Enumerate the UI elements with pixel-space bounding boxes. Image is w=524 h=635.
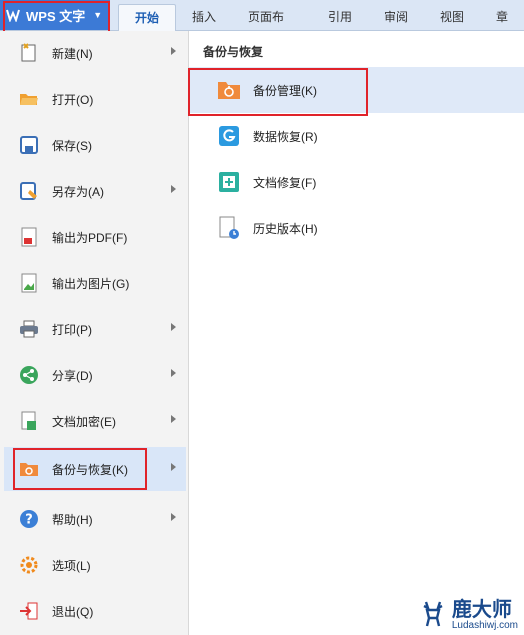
tab-references[interactable]: 引用 bbox=[312, 4, 368, 30]
help-icon: ? bbox=[18, 508, 40, 530]
submenu-item-label: 文档修复(F) bbox=[253, 175, 317, 190]
dropdown-arrow-icon: ▼ bbox=[93, 10, 103, 20]
menu-item-label: 分享(D) bbox=[52, 368, 93, 383]
options-gear-icon bbox=[18, 554, 40, 576]
menu-item-label: 输出为PDF(F) bbox=[52, 230, 128, 245]
submenu-item-history-version[interactable]: 历史版本(H) bbox=[189, 205, 524, 251]
menu-item-label: 保存(S) bbox=[52, 138, 92, 153]
backup-restore-icon bbox=[18, 458, 40, 480]
submenu-item-label: 备份管理(K) bbox=[253, 83, 317, 98]
tab-home[interactable]: 开始 bbox=[118, 4, 176, 31]
menu-item-open[interactable]: 打开(O) bbox=[4, 77, 186, 121]
menu-item-label: 打开(O) bbox=[52, 92, 94, 107]
save-as-icon bbox=[18, 180, 40, 202]
open-folder-icon bbox=[18, 88, 40, 110]
encrypt-icon bbox=[18, 410, 40, 432]
exit-icon bbox=[18, 600, 40, 622]
title-bar: WPS 文字 ▼ 开始 插入 页面布局 引用 审阅 视图 章 bbox=[0, 0, 524, 50]
menu-item-encrypt[interactable]: 文档加密(E) bbox=[4, 399, 186, 443]
menu-item-help[interactable]: ? 帮助(H) bbox=[4, 497, 186, 541]
menu-item-label: 输出为图片(G) bbox=[52, 276, 130, 291]
watermark: 鹿大师 Ludashiwj.com bbox=[418, 600, 518, 631]
deer-logo-icon bbox=[418, 600, 448, 631]
watermark-url: Ludashiwj.com bbox=[451, 620, 518, 631]
tab-insert[interactable]: 插入 bbox=[176, 4, 232, 30]
tab-page-layout[interactable]: 页面布局 bbox=[232, 4, 312, 50]
pdf-icon bbox=[18, 226, 40, 248]
menu-item-exit[interactable]: 退出(Q) bbox=[4, 589, 186, 633]
submenu-item-backup-management[interactable]: 备份管理(K) bbox=[189, 67, 524, 113]
submenu-item-data-recovery[interactable]: 数据恢复(R) bbox=[189, 113, 524, 159]
menu-item-print[interactable]: 打印(P) bbox=[4, 307, 186, 351]
menu-item-label: 备份与恢复(K) bbox=[52, 462, 128, 477]
watermark-brand: 鹿大师 bbox=[451, 599, 512, 621]
backup-restore-submenu: 备份与恢复 备份管理(K) 数据恢复(R) 文档修复(F) 历史版本(H) bbox=[189, 31, 524, 635]
menu-item-new[interactable]: 新建(N) bbox=[4, 31, 186, 75]
share-icon bbox=[18, 364, 40, 386]
menu-item-export-pdf[interactable]: 输出为PDF(F) bbox=[4, 215, 186, 259]
history-version-icon bbox=[217, 216, 241, 240]
menu-item-label: 帮助(H) bbox=[52, 512, 93, 527]
document-repair-icon bbox=[217, 170, 241, 194]
tab-review[interactable]: 审阅 bbox=[368, 4, 424, 30]
wps-app-label: WPS 文字 bbox=[26, 8, 86, 24]
backup-folder-icon bbox=[217, 78, 241, 102]
menu-item-label: 选项(L) bbox=[52, 558, 91, 573]
menu-item-save-as[interactable]: 另存为(A) bbox=[4, 169, 186, 213]
submenu-arrow-icon bbox=[171, 47, 176, 55]
submenu-item-label: 历史版本(H) bbox=[253, 221, 318, 236]
submenu-arrow-icon bbox=[171, 513, 176, 521]
tab-chapter[interactable]: 章 bbox=[480, 4, 524, 30]
submenu-arrow-icon bbox=[171, 415, 176, 423]
submenu-arrow-icon bbox=[171, 185, 176, 193]
save-icon bbox=[18, 134, 40, 156]
menu-item-label: 新建(N) bbox=[52, 46, 93, 61]
svg-text:?: ? bbox=[25, 513, 33, 528]
menu-item-label: 退出(Q) bbox=[52, 604, 94, 619]
submenu-title: 备份与恢复 bbox=[203, 45, 264, 59]
file-menu: 新建(N) 打开(O) 保存(S) 另存为(A) 输出为PDF(F) 输出为图片… bbox=[0, 31, 189, 635]
submenu-item-document-repair[interactable]: 文档修复(F) bbox=[189, 159, 524, 205]
menu-item-save[interactable]: 保存(S) bbox=[4, 123, 186, 167]
wps-logo-icon bbox=[6, 8, 20, 22]
menu-item-label: 打印(P) bbox=[52, 322, 92, 337]
ribbon-tabs: 开始 插入 页面布局 引用 审阅 视图 章 bbox=[118, 4, 524, 50]
menu-item-share[interactable]: 分享(D) bbox=[4, 353, 186, 397]
print-icon bbox=[18, 318, 40, 340]
submenu-arrow-icon bbox=[171, 323, 176, 331]
data-recovery-icon bbox=[217, 124, 241, 148]
tab-view[interactable]: 视图 bbox=[424, 4, 480, 30]
export-image-icon bbox=[18, 272, 40, 294]
menu-item-label: 文档加密(E) bbox=[52, 414, 116, 429]
wps-app-menu-button[interactable]: WPS 文字 ▼ bbox=[0, 0, 110, 30]
menu-item-label: 另存为(A) bbox=[52, 184, 104, 199]
submenu-arrow-icon bbox=[171, 463, 176, 471]
menu-item-options[interactable]: 选项(L) bbox=[4, 543, 186, 587]
menu-item-backup-restore[interactable]: 备份与恢复(K) bbox=[4, 447, 186, 491]
menu-item-export-image[interactable]: 输出为图片(G) bbox=[4, 261, 186, 305]
new-doc-icon bbox=[18, 42, 40, 64]
submenu-item-label: 数据恢复(R) bbox=[253, 129, 318, 144]
submenu-arrow-icon bbox=[171, 369, 176, 377]
